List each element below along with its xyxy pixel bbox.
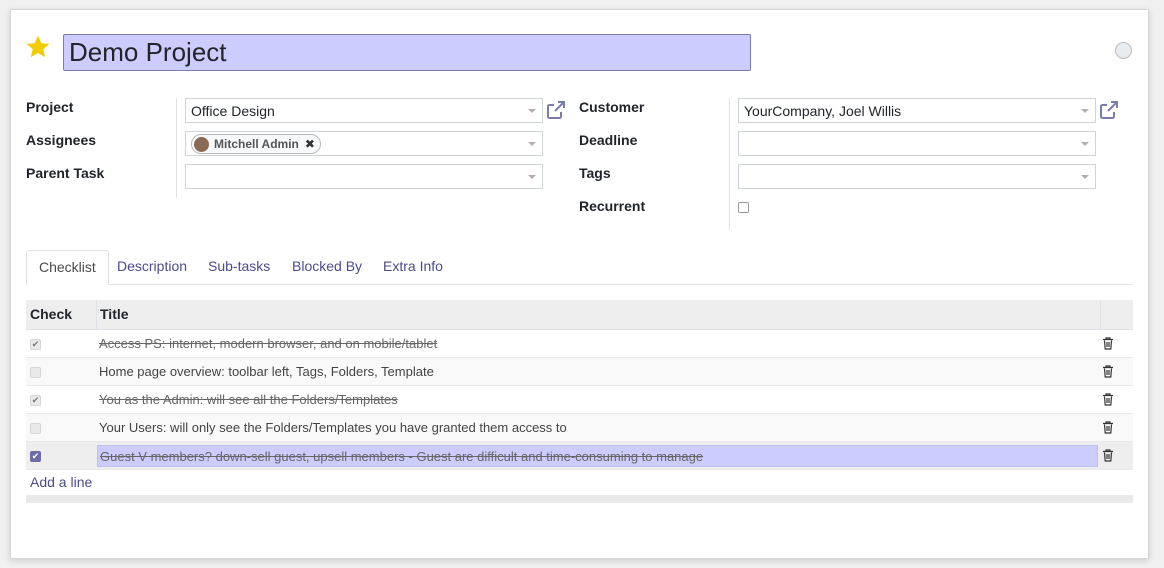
parent-task-label: Parent Task — [26, 165, 105, 181]
chevron-down-icon — [1081, 175, 1089, 179]
tab-description[interactable]: Description — [105, 250, 199, 285]
table-row[interactable]: ✔ You as the Admin: will see all the Fol… — [26, 386, 1133, 414]
tags-select[interactable] — [738, 164, 1096, 189]
form-sheet: Demo Project Project Assignees Parent Ta… — [10, 9, 1149, 559]
project-select[interactable]: Office Design — [185, 98, 543, 123]
recurrent-label: Recurrent — [579, 198, 646, 214]
row-title[interactable]: Access PS: internet, modern browser, and… — [99, 336, 437, 351]
row-check-checkbox[interactable]: ✔ — [30, 451, 41, 462]
tab-blocked-by[interactable]: Blocked By — [280, 250, 374, 285]
table-row[interactable]: ✔ Guest V members? down-sell guest, upse… — [26, 442, 1133, 470]
assignee-tag[interactable]: Mitchell Admin ✖ — [191, 134, 321, 154]
checklist-table: Check Title ✔ Access PS: internet, moder… — [26, 300, 1133, 470]
row-title[interactable]: Your Users: will only see the Folders/Te… — [99, 420, 567, 435]
table-header: Check Title — [26, 300, 1133, 330]
row-check-checkbox[interactable] — [30, 367, 41, 378]
chevron-down-icon — [528, 142, 536, 146]
table-row[interactable]: Your Users: will only see the Folders/Te… — [26, 414, 1133, 442]
left-group-separator — [176, 98, 177, 198]
deadline-input[interactable] — [738, 131, 1096, 156]
remove-tag-icon[interactable]: ✖ — [305, 137, 315, 151]
chevron-down-icon — [1081, 109, 1089, 113]
add-line-link[interactable]: Add a line — [30, 474, 92, 490]
star-icon[interactable] — [25, 34, 51, 60]
right-group-separator — [729, 98, 730, 230]
tab-extra-info[interactable]: Extra Info — [371, 250, 455, 285]
parent-task-select[interactable] — [185, 164, 543, 189]
task-title-input[interactable]: Demo Project — [63, 34, 751, 71]
project-label: Project — [26, 99, 74, 115]
table-footer — [26, 495, 1133, 503]
recurrent-checkbox[interactable] — [738, 202, 749, 213]
trash-icon[interactable] — [1102, 365, 1114, 378]
customer-label: Customer — [579, 99, 645, 115]
trash-icon[interactable] — [1102, 337, 1114, 350]
column-header-title[interactable]: Title — [100, 306, 129, 322]
row-title[interactable]: Home page overview: toolbar left, Tags, … — [99, 364, 434, 379]
avatar — [194, 136, 209, 152]
row-check-checkbox[interactable] — [30, 423, 41, 434]
external-link-icon[interactable] — [1098, 99, 1120, 121]
tab-checklist[interactable]: Checklist — [26, 250, 109, 285]
status-indicator-icon[interactable] — [1115, 42, 1132, 59]
tags-label: Tags — [579, 165, 611, 181]
chevron-down-icon — [528, 109, 536, 113]
tab-sub-tasks[interactable]: Sub-tasks — [196, 250, 282, 285]
customer-value: YourCompany, Joel Willis — [744, 103, 902, 119]
trash-icon[interactable] — [1102, 393, 1114, 406]
chevron-down-icon — [528, 175, 536, 179]
column-divider — [96, 300, 97, 330]
assignees-label: Assignees — [26, 132, 97, 148]
column-header-check[interactable]: Check — [30, 306, 72, 322]
project-value: Office Design — [191, 103, 275, 119]
trash-icon[interactable] — [1102, 449, 1114, 462]
table-row[interactable]: Home page overview: toolbar left, Tags, … — [26, 358, 1133, 386]
column-divider — [1100, 300, 1101, 330]
assignee-tag-label: Mitchell Admin — [214, 137, 299, 151]
row-check-checkbox[interactable]: ✔ — [30, 395, 41, 406]
assignees-select[interactable]: Mitchell Admin ✖ — [185, 131, 543, 156]
external-link-icon[interactable] — [545, 99, 567, 121]
chevron-down-icon — [1081, 142, 1089, 146]
customer-select[interactable]: YourCompany, Joel Willis — [738, 98, 1096, 123]
row-title[interactable]: You as the Admin: will see all the Folde… — [99, 392, 398, 407]
deadline-label: Deadline — [579, 132, 638, 148]
notebook-tabs: Checklist Description Sub-tasks Blocked … — [26, 250, 1133, 285]
table-row[interactable]: ✔ Access PS: internet, modern browser, a… — [26, 330, 1133, 358]
row-check-checkbox[interactable]: ✔ — [30, 339, 41, 350]
row-title-input[interactable]: Guest V members? down-sell guest, upsell… — [97, 445, 1098, 467]
trash-icon[interactable] — [1102, 421, 1114, 434]
